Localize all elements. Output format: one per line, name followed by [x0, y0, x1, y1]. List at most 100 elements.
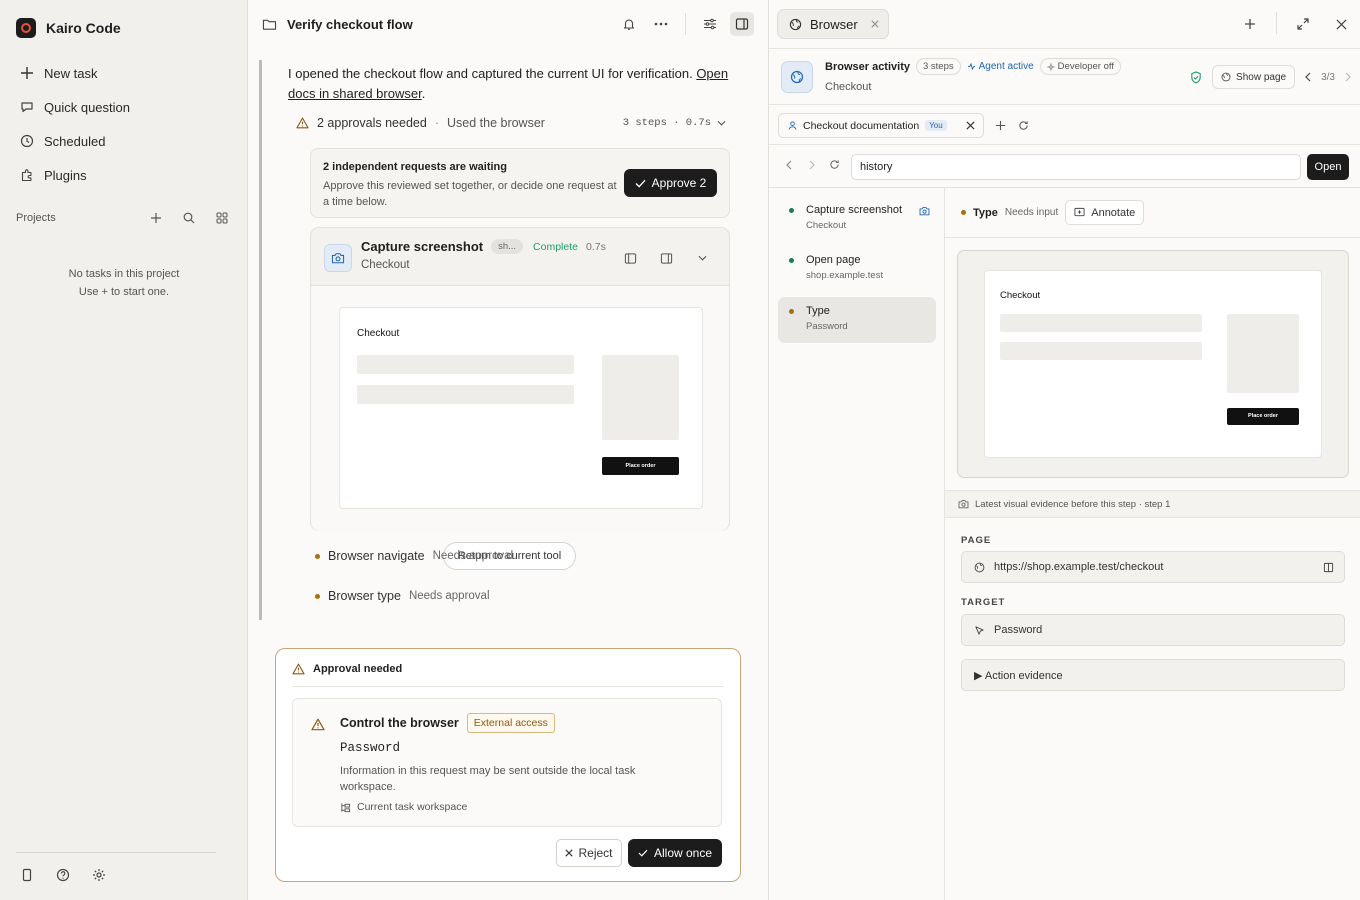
status-dot [789, 309, 794, 314]
chevron-right-icon[interactable] [1345, 72, 1351, 82]
settings-icon[interactable] [90, 866, 108, 884]
reject-button[interactable]: Reject [556, 839, 622, 867]
new-tab-icon[interactable] [1238, 12, 1262, 36]
page-url-field[interactable]: https://shop.example.test/checkout [961, 551, 1345, 583]
tool-pill: sh... [491, 239, 524, 254]
close-icon[interactable] [966, 121, 975, 130]
approval-header: Approval needed [292, 663, 402, 675]
close-icon[interactable] [871, 20, 879, 28]
add-project-icon[interactable] [146, 208, 166, 228]
developer-status-label: Developer off [1057, 61, 1115, 72]
workspace-label: Current task workspace [357, 801, 468, 813]
tool-card: Capture screenshot sh... Complete 0.7s C… [310, 227, 730, 570]
back-icon[interactable] [786, 160, 792, 170]
task-panel: Verify checkout flow I opened the checko… [248, 0, 768, 900]
tab-checkout-documentation[interactable]: Checkout documentation You [778, 113, 984, 138]
annotate-button[interactable]: Annotate [1065, 200, 1145, 225]
approve-all-label: Approve 2 [651, 176, 707, 190]
sidebar-item-label: Plugins [44, 167, 87, 183]
chevron-left-icon[interactable] [1305, 72, 1311, 82]
split-right-icon[interactable] [653, 245, 679, 271]
evidence-image-block [1227, 314, 1299, 393]
grid-icon[interactable] [212, 208, 232, 228]
expand-icon[interactable] [1291, 12, 1315, 36]
browser-step-selected[interactable]: Type Password [778, 297, 936, 343]
evidence-field [1000, 314, 1202, 332]
add-tab-icon[interactable] [993, 118, 1007, 132]
sidebar-divider [16, 852, 216, 853]
request-description: Information in this request may be sent … [340, 765, 636, 793]
steps-chip: 3 steps [915, 58, 961, 75]
allow-once-button[interactable]: Allow once [628, 839, 722, 867]
action-evidence-toggle[interactable]: ▶ Action evidence [961, 659, 1345, 691]
sidebar-item-scheduled[interactable]: Scheduled [14, 124, 234, 158]
app-brand[interactable]: Kairo Code [16, 18, 121, 38]
browser-step[interactable]: Open page shop.example.test [778, 246, 936, 292]
target-label: TARGET [961, 597, 1006, 608]
workspace-info: Current task workspace [340, 801, 467, 813]
sidebar-nav: New task Quick question Scheduled Plugin… [14, 56, 234, 192]
pending-step[interactable]: Browser type Needs approval [315, 589, 490, 603]
agent-icon [967, 63, 976, 70]
split-left-icon[interactable] [617, 245, 643, 271]
status-dot [961, 210, 966, 215]
url-input[interactable]: history [851, 154, 1301, 180]
tab-browser-label: Browser [810, 16, 858, 32]
step-action: Capture screenshot [806, 204, 902, 216]
check-icon [635, 179, 646, 188]
open-url-button[interactable]: Open [1307, 154, 1349, 180]
sidebar-item-label: New task [44, 65, 98, 81]
task-title: Verify checkout flow [287, 16, 413, 32]
show-page-button[interactable]: Show page [1212, 65, 1296, 89]
bell-icon[interactable] [617, 12, 641, 36]
user-icon [788, 121, 797, 130]
chevron-down-icon[interactable] [717, 120, 726, 126]
chevron-down-icon[interactable] [689, 245, 715, 271]
refresh-icon[interactable] [1016, 118, 1030, 132]
approval-dialog: Approval needed Control the browser Exte… [275, 648, 741, 882]
globe-icon [1221, 72, 1231, 82]
pending-step[interactable]: Browser navigate Needs approval [315, 549, 513, 563]
sidebar-item-new-task[interactable]: New task [14, 56, 234, 90]
step-detail: Checkout [806, 220, 847, 231]
tab-browser[interactable]: Browser [777, 9, 889, 39]
approvals-summary[interactable]: 2 approvals needed · Used the browser 3 … [296, 116, 726, 130]
search-icon[interactable] [179, 208, 199, 228]
request-code: Password [340, 741, 401, 755]
evidence-caption: Latest visual evidence before this step … [945, 490, 1360, 518]
approvals-separator: · [434, 116, 439, 130]
developer-chip[interactable]: Developer off [1039, 58, 1122, 75]
browser-step[interactable]: Capture screenshot Checkout [778, 196, 936, 242]
task-header: Verify checkout flow [248, 0, 768, 48]
empty-projects-hint: Use + to start one. [78, 286, 170, 298]
gear-icon [1047, 62, 1055, 71]
tool-status: Complete [533, 240, 578, 253]
forward-icon[interactable] [809, 160, 815, 170]
close-panel-icon[interactable] [1329, 12, 1353, 36]
shield-check-icon [1190, 70, 1202, 84]
action-evidence-label: ▶ Action evidence [974, 669, 1063, 682]
assistant-message: I opened the checkout flow and captured … [288, 64, 748, 104]
screenshot-field [357, 355, 574, 374]
target-field[interactable]: Password [961, 614, 1345, 646]
approve-all-button[interactable]: Approve 2 [624, 169, 717, 197]
help-icon[interactable] [54, 866, 72, 884]
app-name: Kairo Code [46, 20, 121, 36]
reload-icon[interactable] [829, 159, 840, 170]
annotate-label: Annotate [1091, 206, 1136, 219]
sidebar-item-plugins[interactable]: Plugins [14, 158, 234, 192]
globe-icon [789, 18, 802, 31]
annotate-icon [1074, 207, 1085, 218]
phone-icon[interactable] [18, 866, 36, 884]
check-icon [638, 849, 648, 857]
projects-header: Projects [16, 208, 232, 228]
workspace-tree-icon [340, 802, 351, 813]
more-options-icon[interactable] [649, 12, 673, 36]
panel-toggle-icon[interactable] [730, 12, 754, 36]
copy-icon[interactable] [1323, 562, 1334, 573]
status-dot [789, 258, 794, 263]
approvals-meta: 3 steps · 0.7s [622, 117, 711, 129]
warning-icon [311, 718, 325, 731]
sliders-icon[interactable] [698, 12, 722, 36]
sidebar-item-quick-question[interactable]: Quick question [14, 90, 234, 124]
